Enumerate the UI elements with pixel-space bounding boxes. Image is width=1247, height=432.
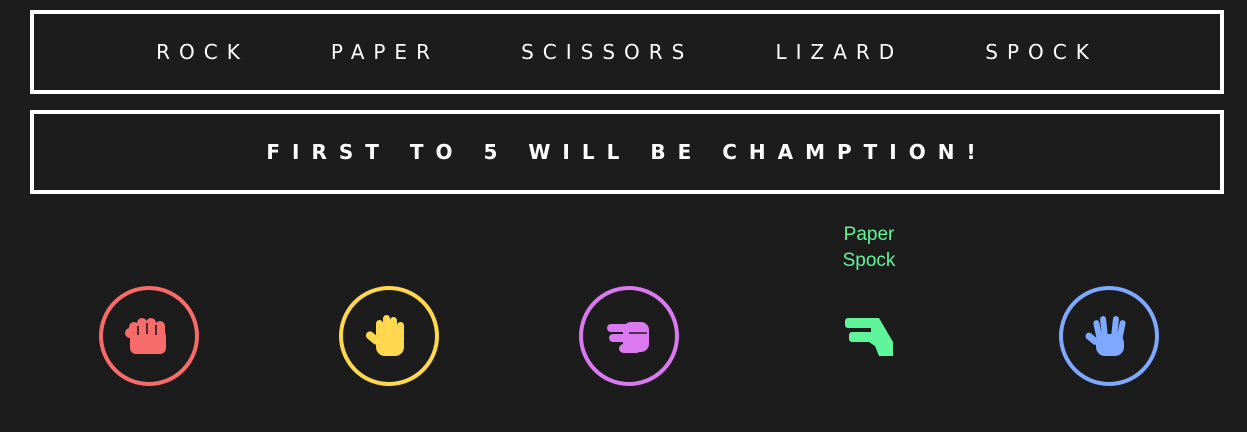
- lizard-button[interactable]: [819, 286, 919, 386]
- paper-hand-icon: [365, 315, 404, 356]
- scissors-hand-icon: [607, 322, 649, 353]
- nav-item-spock[interactable]: SPOCK: [985, 40, 1098, 64]
- nav-item-rock[interactable]: ROCK: [156, 40, 249, 64]
- lizard-hand-icon: [845, 318, 893, 356]
- player-pick-label: Paper: [843, 224, 895, 245]
- nav-item-paper[interactable]: PAPER: [331, 40, 439, 64]
- scissors-button[interactable]: [579, 286, 679, 386]
- rules-banner: FIRST TO 5 WILL BE CHAMPTION!: [30, 110, 1224, 194]
- banner-text: FIRST TO 5 WILL BE CHAMPTION!: [266, 140, 988, 164]
- spock-button[interactable]: [1059, 286, 1159, 386]
- paper-button[interactable]: [339, 286, 439, 386]
- spock-hand-icon: [1085, 316, 1126, 356]
- computer-pick-label: Spock: [842, 250, 896, 271]
- rock-hand-icon: [125, 318, 166, 354]
- round-picks: Paper Spock: [843, 222, 896, 274]
- choice-nav-bar: ROCK PAPER SCISSORS LIZARD SPOCK: [30, 10, 1224, 94]
- nav-item-lizard[interactable]: LIZARD: [775, 40, 903, 64]
- rock-button[interactable]: [99, 286, 199, 386]
- nav-item-scissors[interactable]: SCISSORS: [521, 40, 693, 64]
